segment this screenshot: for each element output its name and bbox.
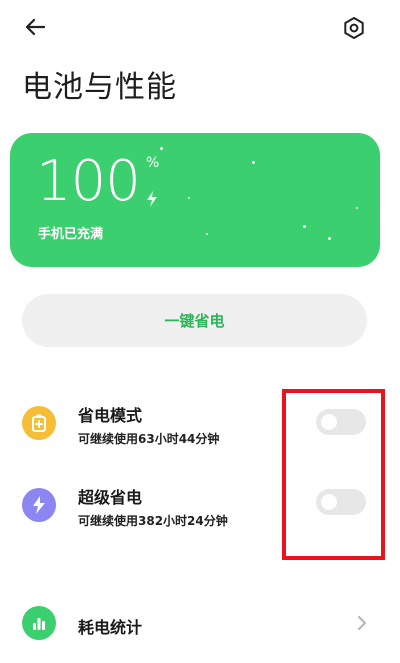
percent-sign: %: [146, 155, 160, 171]
usage-stats-title: 耗电统计: [78, 618, 143, 637]
battery-status-text: 手机已充满: [38, 227, 104, 242]
sparkle-dot: [328, 237, 331, 240]
battery-percentage: 100: [36, 149, 141, 214]
power-saving-mode-subtitle: 可继续使用63小时44分钟: [78, 432, 220, 446]
one-key-save-button[interactable]: 一键省电: [22, 294, 367, 347]
lightning-icon: [22, 488, 56, 522]
sparkle-dot: [160, 147, 163, 150]
power-saving-mode-title: 省电模式: [78, 406, 143, 425]
chevron-right-icon: [358, 616, 366, 630]
highlight-box: [282, 389, 385, 560]
sparkle-dot: [206, 233, 208, 235]
sparkle-dot: [356, 207, 358, 209]
page-title: 电池与性能: [22, 70, 177, 105]
usage-stats-row[interactable]: 耗电统计: [22, 606, 372, 646]
sparkle-dot: [252, 161, 255, 164]
gear-icon: [344, 17, 364, 39]
bar-chart-icon: [22, 606, 56, 640]
back-button[interactable]: [22, 14, 48, 40]
charging-bolt-icon: [147, 191, 157, 207]
one-key-save-label: 一键省电: [164, 312, 225, 330]
back-arrow-icon: [25, 18, 46, 36]
sparkle-dot: [188, 197, 190, 199]
ultra-power-saving-subtitle: 可继续使用382小时24分钟: [78, 514, 228, 528]
settings-button[interactable]: [342, 16, 366, 40]
battery-saver-icon: [22, 406, 56, 440]
ultra-power-saving-title: 超级省电: [78, 488, 143, 507]
sparkle-dot: [303, 225, 306, 228]
battery-status-card: 100 % 手机已充满: [10, 133, 380, 267]
